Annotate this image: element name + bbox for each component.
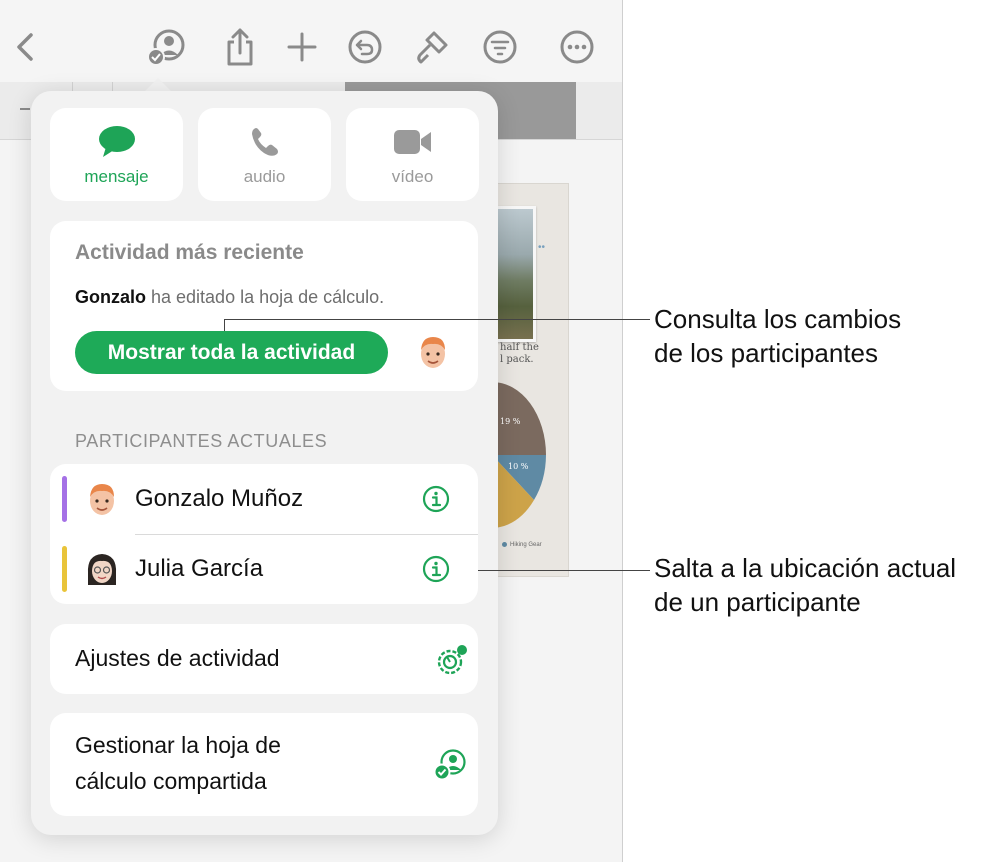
info-icon[interactable]: [422, 555, 450, 583]
message-bubble-icon: [98, 126, 135, 157]
photo-thumbnail: [498, 206, 536, 342]
callout-line-text: Salta a la ubicación actual: [654, 553, 957, 583]
audio-label: audio: [243, 167, 286, 186]
collaborate-icon[interactable]: [146, 27, 186, 67]
callout-text: Salta a la ubicación actual de un partic…: [654, 551, 956, 619]
manage-sharing-label: cálculo compartida: [75, 768, 267, 794]
message-button[interactable]: mensaje: [50, 108, 183, 201]
caption-line: l pack.: [500, 354, 534, 365]
video-label: vídeo: [391, 167, 434, 186]
activity-settings-icon: [437, 645, 467, 675]
minus-icon: [20, 108, 30, 110]
format-icon[interactable]: [412, 27, 452, 67]
callout-leader-line: [478, 570, 650, 571]
callout-leader-line: [224, 319, 650, 320]
avatar: [87, 554, 117, 585]
recent-activity-title: Actividad más reciente: [75, 241, 304, 264]
participant-name: Julia García: [135, 555, 264, 582]
app-screen: •• half the l pack. 19 % 10 % Hiking Gea…: [0, 0, 623, 862]
callout-line-text: Consulta los cambios: [654, 304, 902, 334]
callout-line-text: de los participantes: [654, 338, 879, 368]
message-label: mensaje: [84, 167, 149, 186]
participant-color-bar: [62, 476, 67, 522]
undo-icon[interactable]: [345, 27, 385, 67]
share-icon[interactable]: [220, 27, 260, 67]
participant-name: Gonzalo Muñoz: [135, 485, 304, 512]
pie-label: 19 %: [500, 417, 521, 426]
chart-legend: Hiking Gear: [502, 542, 542, 548]
pie-chart-preview: 19 % 10 %: [498, 382, 546, 528]
show-all-activity-button[interactable]: Mostrar toda la actividad: [75, 331, 388, 374]
manage-sharing-label: Gestionar la hoja de: [75, 732, 281, 758]
activity-settings-label: Ajustes de actividad: [75, 645, 280, 671]
participant-color-bar: [62, 546, 67, 592]
activity-action: ha editado la hoja de cálculo.: [146, 287, 385, 307]
organize-icon[interactable]: [480, 27, 520, 67]
popover-arrow: [144, 78, 172, 92]
toolbar: [0, 0, 622, 83]
manage-collaboration-icon: [433, 749, 466, 781]
info-icon[interactable]: [422, 485, 450, 513]
recent-activity-text: Gonzalo ha editado la hoja de cálculo.: [75, 287, 384, 308]
callout-leader-line: [224, 319, 225, 331]
back-icon[interactable]: [6, 27, 46, 67]
avatar: [421, 337, 445, 368]
pie-label: 10 %: [508, 462, 529, 471]
add-icon[interactable]: [282, 27, 322, 67]
legend-label: Hiking Gear: [510, 542, 542, 549]
legend-swatch: [502, 542, 507, 547]
document-caption: half the l pack.: [500, 342, 539, 366]
participant-row[interactable]: Gonzalo Muñoz: [50, 464, 478, 534]
editor-name: Gonzalo: [75, 287, 146, 307]
dots-icon: ••: [538, 242, 546, 253]
participants-section-header: PARTICIPANTES ACTUALES: [75, 431, 328, 451]
activity-settings-row[interactable]: Ajustes de actividad: [50, 624, 478, 694]
document-preview: •• half the l pack. 19 % 10 % Hiking Gea…: [497, 183, 569, 577]
participants-list: Gonzalo Muñoz Julia García: [50, 464, 478, 604]
collaboration-popover: mensaje audio vídeo Actividad más recien…: [31, 91, 498, 835]
video-call-button[interactable]: vídeo: [346, 108, 479, 201]
manage-shared-spreadsheet-row[interactable]: Gestionar la hoja de cálculo compartida: [50, 713, 478, 816]
phone-icon: [251, 128, 278, 156]
audio-call-button[interactable]: audio: [198, 108, 331, 201]
callout-text: Consulta los cambios de los participante…: [654, 302, 901, 370]
video-camera-icon: [393, 130, 431, 154]
caption-line: half the: [500, 342, 539, 353]
callout-line-text: de un participante: [654, 587, 861, 617]
participant-row[interactable]: Julia García: [50, 534, 478, 604]
avatar: [90, 484, 114, 515]
recent-activity-card: Actividad más reciente Gonzalo ha editad…: [50, 221, 478, 391]
more-icon[interactable]: [557, 27, 597, 67]
